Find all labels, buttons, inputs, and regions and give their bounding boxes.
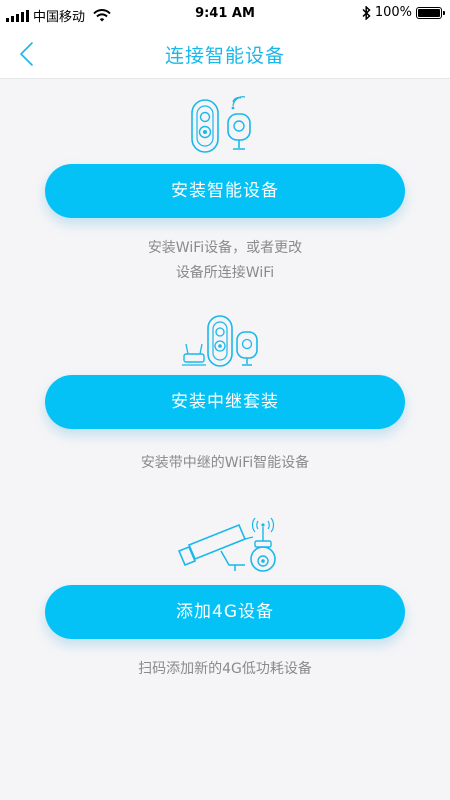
battery-fill — [418, 8, 440, 17]
desc-line: 安装带中继的WiFi智能设备 — [140, 455, 310, 471]
repeater-kit-icon — [182, 315, 258, 367]
install-repeater-kit-button[interactable]: 安装中继套装 — [45, 375, 405, 429]
battery-icon — [416, 6, 445, 19]
status-right: 100% — [362, 5, 445, 20]
desc-line: 扫码添加新的4G低功耗设备 — [138, 661, 312, 677]
page-title: 连接智能设备 — [164, 45, 285, 67]
repeater-kit-desc: 安装带中继的WiFi智能设备 — [0, 451, 450, 476]
add-4g-device-button[interactable]: 添加4G设备 — [45, 585, 405, 639]
install-smart-device-button[interactable]: 安装智能设备 — [45, 164, 405, 218]
nav-bar: 连接智能设备 — [0, 28, 450, 79]
doorbell-camera-icon — [191, 96, 251, 153]
smart-device-desc: 安装WiFi设备，或者更改 设备所连接WiFi — [0, 236, 450, 286]
battery-percent: 100% — [374, 5, 412, 20]
desc-line: 设备所连接WiFi — [175, 265, 275, 281]
4g-device-desc: 扫码添加新的4G低功耗设备 — [0, 657, 450, 682]
status-bar: 中国移动 9:41 AM 100% — [0, 0, 450, 28]
desc-line: 安装WiFi设备，或者更改 — [147, 240, 303, 256]
bluetooth-icon — [362, 5, 371, 20]
4g-camera-icon — [177, 517, 276, 572]
